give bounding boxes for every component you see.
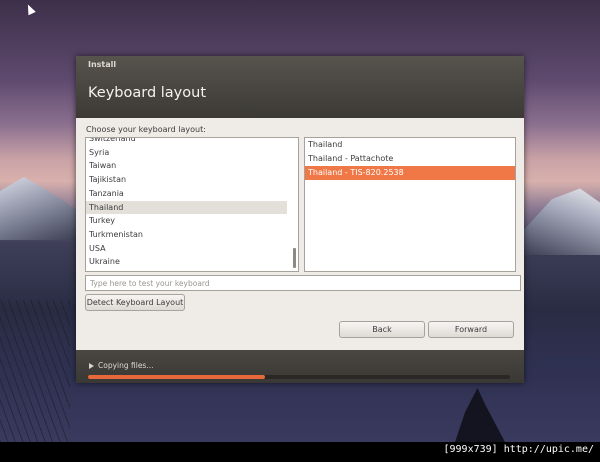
mountain-right [520,188,600,255]
layout-prompt-label: Choose your keyboard layout: [86,125,206,134]
tree-right [455,388,505,442]
forward-button[interactable]: Forward [428,321,514,338]
variant-list-item[interactable]: Thailand [305,138,515,152]
variant-list[interactable]: Thailand Thailand - Pattachote Thailand - … [304,137,516,272]
window-title: Install [88,60,117,69]
country-list-item[interactable]: Switzerland [86,138,287,145]
country-list-item[interactable]: Ukraine [86,255,287,268]
copying-files-label: Copying files... [98,361,154,370]
country-list-scrollbar[interactable] [293,248,296,268]
progress-bar-fill [88,375,266,379]
keyboard-test-input[interactable] [85,275,521,291]
country-list-item[interactable]: Syria [86,146,287,159]
country-list-item[interactable]: USA [86,242,287,255]
country-list-item[interactable]: Turkmenistan [86,228,287,241]
expander-arrow-icon[interactable] [89,363,94,369]
page-title: Keyboard layout [88,85,207,101]
country-list-item[interactable]: United Kingdom [86,269,287,271]
country-list-item[interactable]: Thailand [86,200,287,214]
mountain-left [0,177,80,240]
country-list-item[interactable]: Tanzania [86,187,287,200]
tree-left [0,300,70,442]
variant-list-item[interactable]: Thailand - Pattachote [305,152,515,166]
back-button[interactable]: Back [339,321,425,338]
variant-list-item[interactable]: Thailand - TIS-820.2538 [305,166,515,180]
detect-keyboard-layout-button[interactable]: Detect Keyboard Layout [85,294,185,311]
install-status-area: Copying files... [76,350,524,383]
progress-bar [88,375,510,379]
country-list-item[interactable]: Turkey [86,214,287,227]
installer-window: Install Keyboard layout Choose your keyb… [76,56,524,383]
window-titlebar: Install Keyboard layout [76,56,524,118]
country-list[interactable]: Switzerland Syria Taiwan Tajikistan Tanzania… [85,137,299,272]
country-list-item[interactable]: Taiwan [86,159,287,172]
country-list-item[interactable]: Tajikistan [86,173,287,186]
watermark-text: [999x739] http://upic.me/ [443,444,594,455]
